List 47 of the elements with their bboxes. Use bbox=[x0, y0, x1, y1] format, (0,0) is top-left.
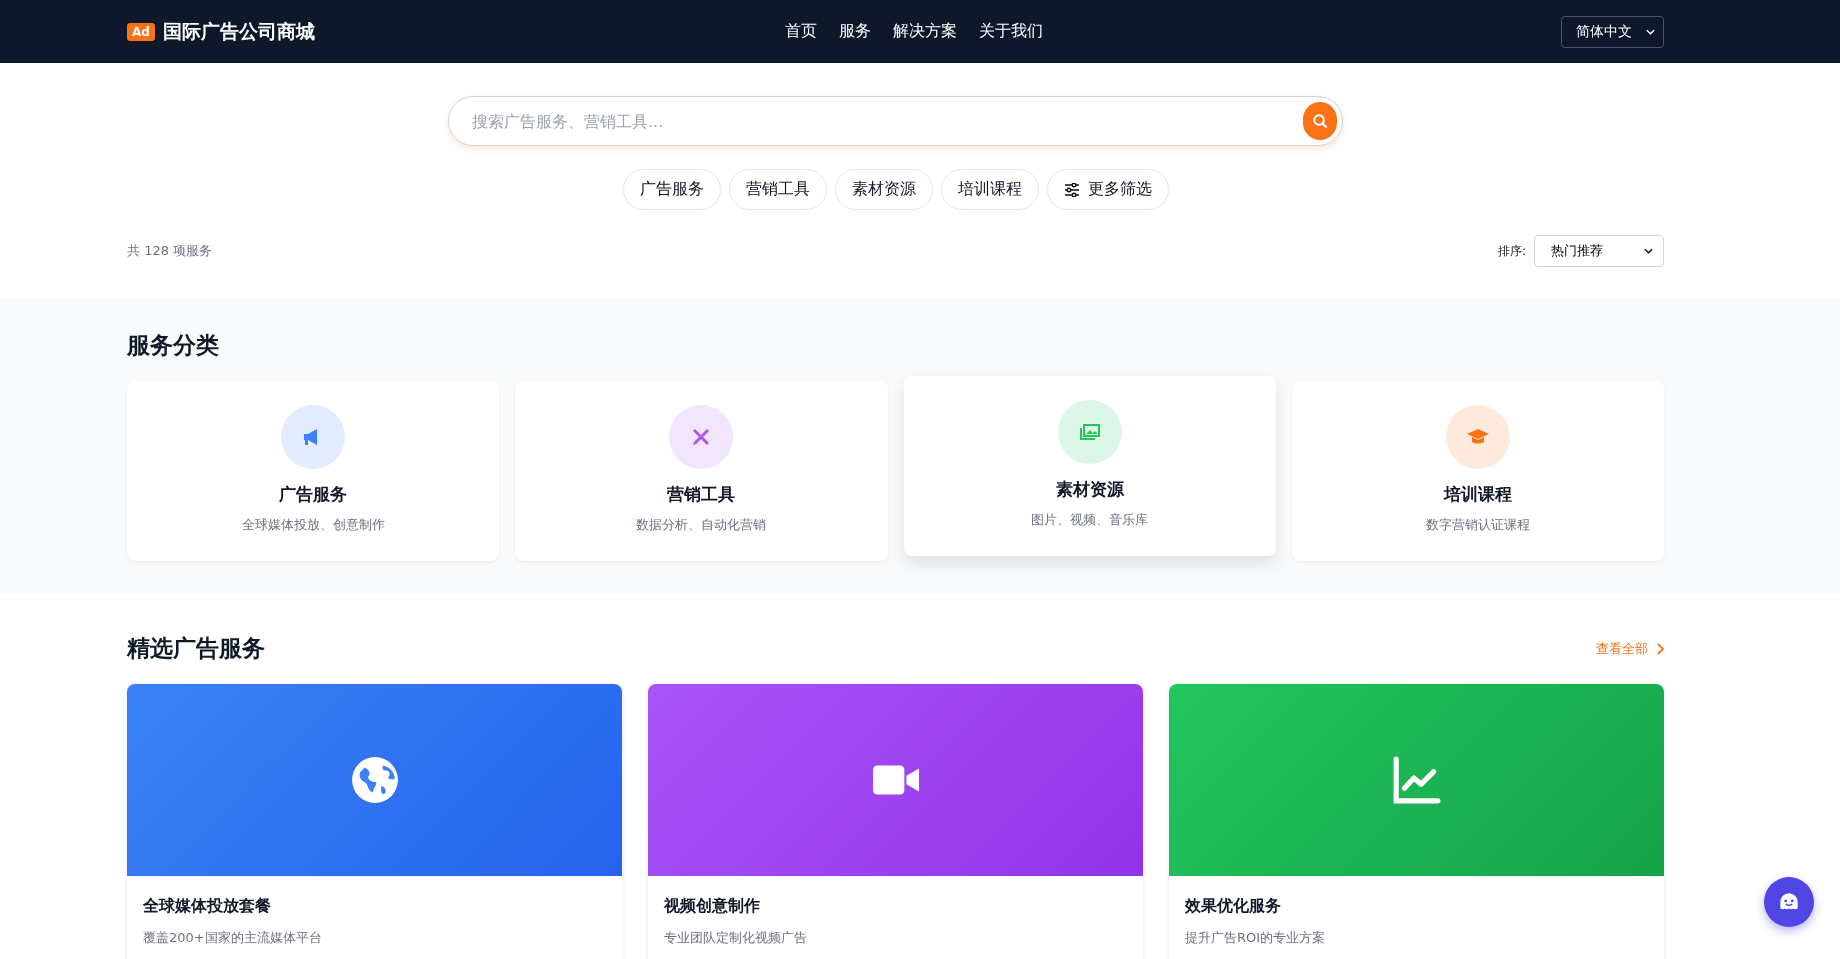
site-name[interactable]: 国际广告公司商城 bbox=[162, 18, 315, 45]
filter-chip[interactable]: 广告服务 bbox=[622, 169, 721, 210]
section-title: 服务分类 bbox=[127, 331, 220, 360]
search-icon bbox=[1312, 113, 1328, 129]
filter-chip[interactable]: 营销工具 bbox=[728, 169, 827, 210]
category-card[interactable]: 营销工具 数据分析、自动化营销 bbox=[515, 381, 888, 561]
sort-label: 排序: bbox=[1497, 242, 1526, 260]
card-title: 全球媒体投放套餐 bbox=[143, 896, 272, 917]
nav-link[interactable]: 关于我们 bbox=[979, 21, 1043, 42]
card-title: 视频创意制作 bbox=[664, 896, 761, 917]
chart-icon bbox=[1391, 755, 1442, 805]
service-card[interactable]: 视频创意制作 专业团队定制化视频广告 bbox=[648, 684, 1143, 959]
category-title: 广告服务 bbox=[279, 483, 348, 506]
nav-link[interactable]: 首页 bbox=[785, 21, 817, 42]
category-subtitle: 数字营销认证课程 bbox=[1425, 516, 1530, 534]
category-card[interactable]: 素材资源 图片、视频、音乐库 bbox=[903, 376, 1276, 556]
category-subtitle: 全球媒体投放、创意制作 bbox=[241, 516, 385, 534]
sliders-icon bbox=[1063, 182, 1080, 197]
search-field[interactable]: 搜索广告服务、营销工具... bbox=[448, 96, 1343, 146]
chevron-right-icon bbox=[1656, 642, 1664, 655]
nav-link[interactable]: 服务 bbox=[839, 21, 871, 42]
category-subtitle: 数据分析、自动化营销 bbox=[636, 516, 767, 534]
category-title: 素材资源 bbox=[1055, 478, 1124, 501]
language-select[interactable]: 简体中文 bbox=[1561, 15, 1664, 48]
result-count: 共 128 项服务 bbox=[127, 242, 213, 260]
nav-link[interactable]: 解决方案 bbox=[893, 21, 957, 42]
category-subtitle: 图片、视频、音乐库 bbox=[1031, 511, 1149, 529]
category-title: 培训课程 bbox=[1443, 483, 1512, 506]
chevron-down-icon bbox=[1644, 248, 1653, 254]
sort-select[interactable]: 热门推荐 bbox=[1534, 235, 1664, 267]
service-card[interactable]: 全球媒体投放套餐 覆盖200+国家的主流媒体平台 bbox=[127, 684, 622, 959]
more-filters-button[interactable]: 更多筛选 bbox=[1046, 169, 1169, 210]
category-title: 营销工具 bbox=[667, 483, 736, 506]
chat-button[interactable] bbox=[1764, 877, 1814, 927]
chevron-down-icon bbox=[1646, 28, 1655, 35]
card-description: 覆盖200+国家的主流媒体平台 bbox=[143, 929, 323, 947]
logo-badge: Ad bbox=[127, 22, 155, 41]
section-title: 精选广告服务 bbox=[127, 634, 265, 663]
card-description: 提升广告ROI的专业方案 bbox=[1185, 929, 1327, 947]
card-description: 专业团队定制化视频广告 bbox=[664, 929, 808, 947]
filter-chip[interactable]: 培训课程 bbox=[940, 169, 1039, 210]
globe-icon bbox=[349, 755, 400, 805]
card-title: 效果优化服务 bbox=[1185, 896, 1282, 917]
category-card[interactable]: 培训课程 数字营销认证课程 bbox=[1291, 381, 1664, 561]
service-card[interactable]: 效果优化服务 提升广告ROI的专业方案 bbox=[1169, 684, 1664, 959]
category-card[interactable]: 广告服务 全球媒体投放、创意制作 bbox=[127, 381, 500, 561]
filter-chip[interactable]: 素材资源 bbox=[834, 169, 933, 210]
